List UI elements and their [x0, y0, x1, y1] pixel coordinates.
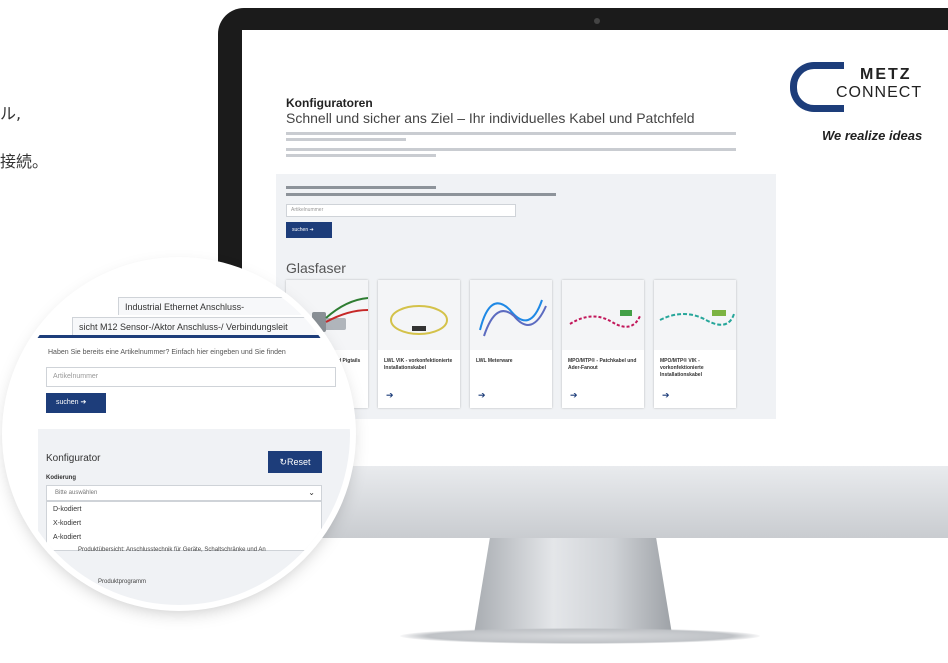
arrow-right-icon[interactable]: ➔: [478, 390, 486, 401]
intro-text-line2: 接続。: [0, 152, 49, 171]
product-label: LWL Meterware: [476, 358, 513, 364]
logo-brand-top: METZ: [860, 66, 912, 83]
product-program-text: Produktprogramm: [98, 579, 147, 585]
configurator-label: Konfigurator: [46, 453, 101, 464]
search-question-line: [286, 193, 556, 196]
search-panel: Artikelnummer suchen ➔ Glasfaser LWL-Pat…: [276, 174, 776, 419]
tab-industrial-ethernet[interactable]: Industrial Ethernet Anschluss-: [118, 297, 338, 315]
search-question: Haben Sie bereits eine Artikelnummer? Ei…: [48, 349, 286, 356]
logo-tagline: We realize ideas: [822, 128, 923, 143]
article-number-input[interactable]: Artikelnummer: [46, 367, 336, 387]
arrow-right-icon: ➔: [309, 227, 314, 233]
monitor-base: [400, 628, 760, 644]
arrow-right-icon[interactable]: ➔: [662, 390, 670, 401]
intro-paragraph-line: [286, 148, 736, 151]
search-button[interactable]: suchen ➔: [286, 222, 332, 238]
arrow-right-icon[interactable]: ➔: [570, 390, 578, 401]
arrow-right-icon[interactable]: ➔: [386, 390, 394, 401]
search-button[interactable]: suchen ➔: [46, 393, 106, 413]
zoom-circle: Industrial Ethernet Anschluss- sicht M12…: [8, 263, 350, 605]
refresh-icon: ↻: [279, 457, 288, 467]
option-item[interactable]: D-kodiert: [53, 506, 81, 513]
product-label: MPO/MTP® - Patchkabel und Ader-Fanout: [568, 358, 637, 371]
reset-button-label: Reset: [287, 457, 311, 467]
page-subtitle: Schnell und sicher ans Ziel – Ihr indivi…: [286, 110, 695, 126]
page-title: Konfiguratoren: [286, 96, 373, 110]
chevron-down-icon: ⌄: [308, 488, 315, 497]
coding-label: Kodierung: [46, 475, 76, 481]
product-label: MPO/MTP® VIK - vorkonfektionierte Instal…: [660, 358, 704, 378]
product-image: [470, 280, 552, 350]
option-item[interactable]: X-kodiert: [53, 520, 81, 527]
product-image: [654, 280, 736, 350]
intro-paragraph-line: [286, 138, 406, 141]
reset-button[interactable]: ↻Reset: [268, 451, 322, 473]
coding-select[interactable]: Bitte auswählen ⌄: [46, 485, 322, 501]
logo-brand-bottom: CONNECT: [836, 84, 923, 101]
tab-underline: [8, 335, 350, 338]
configurator-panel: Konfigurator ↻Reset Kodierung Bitte ausw…: [38, 429, 350, 605]
product-card[interactable]: MPO/MTP® - Patchkabel und Ader-Fanout ➔: [562, 280, 644, 408]
product-card[interactable]: LWL Meterware ➔: [470, 280, 552, 408]
arrow-right-icon: ➔: [80, 399, 87, 406]
search-button-label: suchen: [56, 399, 79, 406]
monitor-stand: [474, 538, 672, 634]
intro-paragraph-line: [286, 154, 436, 157]
camera-dot: [594, 18, 600, 24]
coding-select-value: Bitte auswählen: [55, 490, 98, 496]
search-question-line: [286, 186, 436, 189]
search-input[interactable]: Artikelnummer: [286, 204, 516, 217]
product-card[interactable]: MPO/MTP® VIK - vorkonfektionierte Instal…: [654, 280, 736, 408]
coding-options-list: D-kodiert X-kodiert A-kodiert: [46, 501, 322, 551]
product-label: LWL VIK - vorkonfektionierte Installatio…: [384, 358, 453, 371]
product-card[interactable]: LWL VIK - vorkonfektionierte Installatio…: [378, 280, 460, 408]
product-image: [562, 280, 644, 350]
product-image: [378, 280, 460, 350]
intro-paragraph-line: [286, 132, 736, 135]
tab-m12-sensor-aktor[interactable]: sicht M12 Sensor-/Aktor Anschluss-/ Verb…: [72, 317, 350, 335]
search-button-label: suchen: [292, 227, 309, 233]
section-title: Glasfaser: [286, 260, 346, 276]
product-overview-text: Produktübersicht: Anschlusstechnik für G…: [78, 547, 266, 553]
intro-text-line1: ル,: [0, 104, 22, 123]
option-item[interactable]: A-kodiert: [53, 534, 81, 541]
screen: METZ CONNECT We realize ideas Konfigurat…: [242, 30, 948, 466]
